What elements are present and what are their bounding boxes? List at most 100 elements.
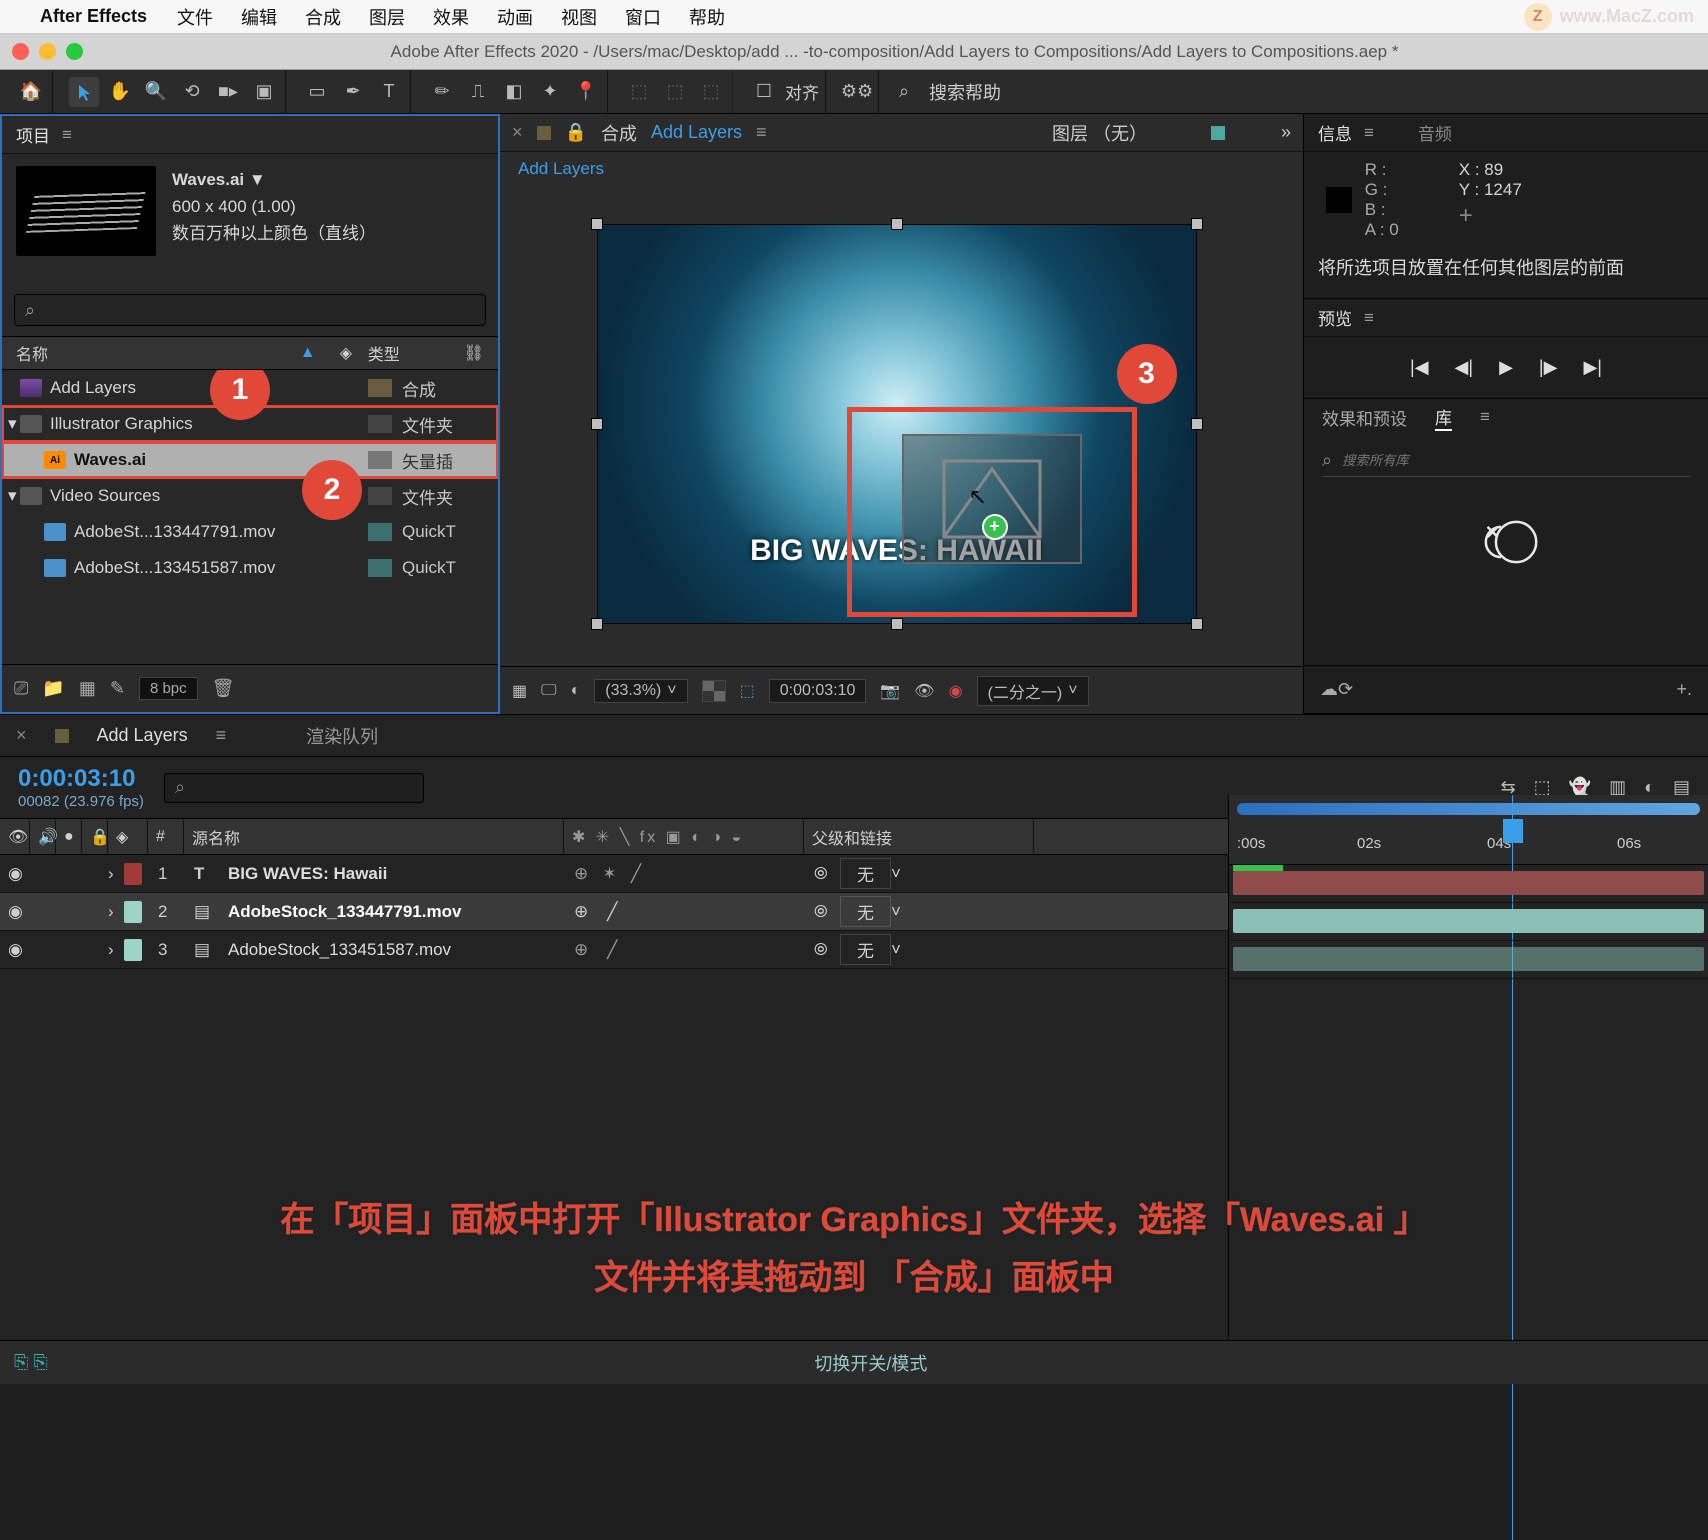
color-settings-icon[interactable]: ✎ <box>110 678 125 699</box>
last-frame-icon[interactable]: ▶| <box>1583 357 1602 378</box>
parent-link-icon[interactable]: ⦾ <box>806 931 832 968</box>
header-label-icon[interactable]: ◈ <box>340 343 368 363</box>
bpc-indicator[interactable]: 8 bpc <box>139 677 198 700</box>
project-search-input[interactable] <box>35 302 475 319</box>
menu-edit[interactable]: 编辑 <box>241 4 277 30</box>
solo-header-icon[interactable]: ● <box>56 819 82 854</box>
comp-viewer[interactable]: BIG WAVES: HAWAII + ↖ 3 <box>500 186 1303 666</box>
parent-link-icon[interactable]: ⦾ <box>806 893 832 930</box>
visibility-toggle-icon[interactable]: ◉ <box>0 855 22 892</box>
camera-tool-icon[interactable]: ■▸ <box>213 77 243 107</box>
visibility-toggle-icon[interactable]: ◉ <box>0 931 22 968</box>
disclosure-icon[interactable]: ▾ <box>8 414 20 434</box>
header-name[interactable]: 名称 <box>16 341 300 365</box>
header-type[interactable]: 类型 <box>368 341 458 365</box>
menu-composition[interactable]: 合成 <box>305 4 341 30</box>
handle-icon[interactable] <box>591 218 603 230</box>
disclosure-icon[interactable]: ▾ <box>8 486 20 506</box>
menu-file[interactable]: 文件 <box>177 4 213 30</box>
menu-view[interactable]: 视图 <box>561 4 597 30</box>
layer-name[interactable]: AdobeStock_133451587.mov <box>220 931 566 968</box>
snap-checkbox-icon[interactable]: ☐ <box>749 77 779 107</box>
new-comp-icon[interactable]: ▦ <box>79 678 96 699</box>
zoom-tool-icon[interactable]: 🔍 <box>141 77 171 107</box>
text-tool-icon[interactable]: T <box>374 77 404 107</box>
disclosure-icon[interactable]: › <box>100 893 116 930</box>
panel-menu-icon[interactable]: ≡ <box>62 125 72 145</box>
channel-icon[interactable]: ◉ <box>949 681 963 701</box>
roto-tool-icon[interactable]: ✦ <box>535 77 565 107</box>
next-frame-icon[interactable]: |▶ <box>1539 357 1558 378</box>
disclosure-icon[interactable]: › <box>100 855 116 892</box>
app-name[interactable]: After Effects <box>40 6 147 27</box>
brush-tool-icon[interactable]: ✏ <box>427 77 457 107</box>
menu-help[interactable]: 帮助 <box>689 4 725 30</box>
label-swatch[interactable] <box>368 379 392 397</box>
visibility-header-icon[interactable]: 👁 <box>0 819 30 854</box>
delete-icon[interactable]: 🗑 <box>212 678 235 699</box>
tree-row-mov-2[interactable]: AdobeSt...133451587.mov QuickT <box>2 550 498 586</box>
minimize-window-icon[interactable] <box>39 43 56 60</box>
tree-row-mov-1[interactable]: AdobeSt...133447791.mov QuickT <box>2 514 498 550</box>
display-icon[interactable]: 🖵 <box>541 682 556 700</box>
tree-row-folder-video[interactable]: ▾ Video Sources 文件夹 <box>2 478 498 514</box>
label-header-icon[interactable]: ◈ <box>108 819 148 854</box>
first-frame-icon[interactable]: |◀ <box>1410 357 1429 378</box>
effects-presets-tab[interactable]: 效果和预设 <box>1322 405 1407 430</box>
home-icon[interactable]: 🏠 <box>16 77 46 107</box>
info-tab[interactable]: 信息 <box>1318 120 1352 145</box>
handle-icon[interactable] <box>1191 218 1203 230</box>
show-snapshot-icon[interactable]: 👁 <box>914 681 934 701</box>
zoom-dropdown[interactable]: (33.3%) ˅ <box>594 679 687 703</box>
layer-name[interactable]: BIG WAVES: Hawaii <box>220 855 566 892</box>
timeline-tab[interactable]: Add Layers <box>97 725 188 746</box>
layer-color-chip[interactable] <box>124 939 142 961</box>
disclosure-icon[interactable]: › <box>100 931 116 968</box>
handle-icon[interactable] <box>891 618 903 630</box>
parent-dropdown[interactable]: 无 <box>840 858 891 889</box>
panel-menu-icon[interactable]: ≡ <box>216 725 227 746</box>
snapshot-icon[interactable]: 📷 <box>880 681 900 701</box>
toggle-switches-label[interactable]: 切换开关/模式 <box>814 1350 927 1376</box>
panel-menu-icon[interactable]: ≡ <box>1364 123 1374 143</box>
play-icon[interactable]: ▶ <box>1499 357 1513 378</box>
timecode[interactable]: 0:00:03:10 <box>18 765 144 793</box>
interpret-icon[interactable]: ⎚ <box>14 678 28 699</box>
grid-icon[interactable]: ▦ <box>512 681 527 701</box>
eraser-tool-icon[interactable]: ◧ <box>499 77 529 107</box>
project-tab[interactable]: 项目 ≡ <box>2 116 498 154</box>
menu-animation[interactable]: 动画 <box>497 4 533 30</box>
parent-dropdown[interactable]: 无 <box>840 934 891 965</box>
label-swatch[interactable] <box>368 559 392 577</box>
panel-menu-icon[interactable]: ≡ <box>1480 407 1490 427</box>
handle-icon[interactable] <box>1191 618 1203 630</box>
library-tab[interactable]: 库 <box>1435 404 1452 431</box>
resolution-dropdown[interactable]: (二分之一) ˅ <box>977 676 1089 706</box>
render-queue-tab[interactable]: 渲染队列 <box>306 723 378 749</box>
panel-menu-icon[interactable]: ≡ <box>756 122 767 143</box>
layer-viewer-label[interactable]: 图层 （无） <box>1052 120 1147 146</box>
switches-header[interactable]: ✱ ✳ ╲ fx ▣ ◐ ◑ ◒ <box>564 819 804 854</box>
search-help-label[interactable]: 搜索帮助 <box>929 79 1001 105</box>
lock-icon[interactable]: 🔒 <box>565 122 587 143</box>
header-link-icon[interactable]: ⛓ <box>464 343 484 363</box>
expand-icon[interactable]: » <box>1281 122 1291 143</box>
tree-row-waves-ai[interactable]: Ai Waves.ai 矢量插 <box>2 442 498 478</box>
menu-layer[interactable]: 图层 <box>369 4 405 30</box>
sort-indicator-icon[interactable]: ▲ <box>300 344 340 362</box>
parent-header[interactable]: 父级和链接 <box>804 819 1034 854</box>
new-folder-icon[interactable]: 📁 <box>42 678 64 699</box>
cloud-sync-icon[interactable]: ☁⟳ <box>1320 679 1353 700</box>
hand-tool-icon[interactable]: ✋ <box>105 77 135 107</box>
orbit-tool-icon[interactable]: ⟲ <box>177 77 207 107</box>
layer-color-chip[interactable] <box>124 901 142 923</box>
layer-color-chip[interactable] <box>124 863 142 885</box>
parent-link-icon[interactable]: ⦾ <box>806 855 832 892</box>
search-help-icon[interactable]: ⌕ <box>889 77 919 107</box>
source-name-header[interactable]: 源名称 <box>184 819 564 854</box>
preview-tab[interactable]: 预览 <box>1318 305 1352 330</box>
audio-tab[interactable]: 音频 <box>1418 120 1452 145</box>
lock-header-icon[interactable]: 🔒 <box>82 819 108 854</box>
zoom-window-icon[interactable] <box>66 43 83 60</box>
menu-effect[interactable]: 效果 <box>433 4 469 30</box>
